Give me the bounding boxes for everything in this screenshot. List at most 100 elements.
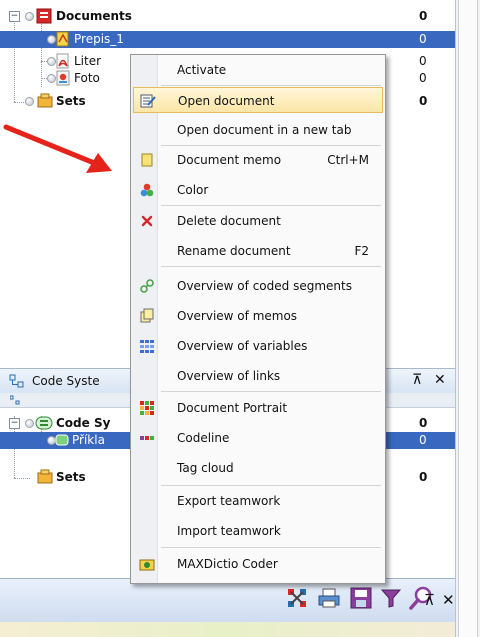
menu-item-label: Overview of coded segments: [177, 279, 352, 293]
menu-item-import-teamwork[interactable]: Import teamwork: [133, 518, 383, 544]
codeline-icon: [140, 436, 154, 440]
menu-item-document-portrait[interactable]: Document Portrait: [133, 395, 383, 421]
menu-item-label: Overview of variables: [177, 339, 308, 353]
panel-divider: [458, 0, 478, 637]
menu-item-label: MAXDictio Coder: [177, 557, 278, 571]
document-browser-toolbar: ⊼ ✕: [0, 578, 455, 623]
menu-item-overview-memos[interactable]: Overview of memos: [133, 303, 383, 329]
collapse-icon[interactable]: −: [9, 11, 20, 22]
code-system-title: Code Syste: [32, 374, 100, 388]
close-icon[interactable]: ✕: [434, 372, 446, 388]
menu-item-label: Open document: [178, 94, 275, 108]
code-system-root-count: 0: [419, 416, 428, 430]
document-item-label: Foto: [74, 71, 100, 85]
document-sets-label: Sets: [56, 94, 86, 108]
maxdictio-icon: [139, 559, 155, 571]
context-menu: Activate Open document Open document in …: [130, 54, 386, 584]
document-browser-content-strip: [0, 622, 455, 637]
menu-item-label: Document Portrait: [177, 401, 288, 415]
memos-overview-icon: [140, 308, 154, 323]
filter-icon[interactable]: [380, 587, 402, 609]
sets-icon: [37, 93, 53, 108]
menu-item-shortcut: Ctrl+M: [327, 153, 369, 167]
menu-item-label: Color: [177, 183, 209, 197]
document-item-count: 0: [419, 71, 427, 85]
open-document-icon: [140, 94, 156, 108]
bullet-icon: [25, 419, 34, 428]
bullet-icon: [25, 97, 34, 106]
menu-item-shortcut: F2: [354, 244, 369, 258]
pdf-document-icon: [56, 53, 69, 69]
save-icon[interactable]: [350, 587, 372, 609]
menu-separator: [161, 547, 381, 548]
code-system-root-label: Code Sy: [56, 416, 111, 430]
menu-separator: [161, 485, 381, 486]
menu-item-overview-coded-segments[interactable]: Overview of coded segments: [133, 273, 383, 299]
menu-item-label: Codeline: [177, 431, 230, 445]
color-icon: [140, 183, 154, 197]
document-item-count: 0: [419, 32, 427, 46]
menu-separator: [161, 391, 381, 392]
documents-folder-icon: [36, 8, 52, 24]
code-item-label: Příkla: [72, 433, 105, 447]
document-item-label: Prepis_1: [74, 32, 124, 46]
menu-item-export-teamwork[interactable]: Export teamwork: [133, 488, 383, 514]
red-arrow-annotation: [3, 124, 112, 173]
sets-icon: [37, 469, 53, 484]
code-segments-toolbar-icon[interactable]: [286, 587, 308, 609]
menu-item-rename-document[interactable]: Rename document F2: [133, 238, 383, 264]
document-item-count: 0: [419, 54, 427, 68]
menu-item-label: Overview of links: [177, 369, 281, 383]
documents-root-label: Documents: [56, 9, 132, 23]
documents-root-row[interactable]: − Documents 0: [0, 8, 455, 25]
close-icon[interactable]: ✕: [442, 591, 455, 609]
menu-item-color[interactable]: Color: [133, 177, 383, 203]
coded-segments-icon: [140, 279, 154, 293]
document-portrait-icon: [140, 401, 154, 415]
menu-item-label: Open document in a new tab: [177, 123, 352, 137]
maximize-icon[interactable]: ⊼: [424, 591, 435, 609]
menu-item-label: Activate: [177, 63, 227, 77]
menu-item-overview-variables[interactable]: Overview of variables: [133, 333, 383, 359]
memo-icon: [141, 153, 153, 167]
right-side-panel: [455, 0, 480, 637]
delete-x-icon: [141, 215, 153, 227]
menu-item-maxdictio-coder[interactable]: MAXDictio Coder: [133, 551, 383, 577]
code-sets-label: Sets: [56, 470, 86, 484]
collapse-icon[interactable]: −: [9, 418, 20, 429]
menu-item-open-document[interactable]: Open document: [133, 87, 383, 113]
menu-item-label: Tag cloud: [177, 461, 234, 475]
menu-separator: [161, 85, 381, 86]
menu-item-tag-cloud[interactable]: Tag cloud: [133, 455, 383, 481]
menu-item-label: Overview of memos: [177, 309, 298, 323]
code-tag-icon: [35, 416, 53, 430]
document-sets-count: 0: [419, 94, 428, 108]
tree-toggle-icon[interactable]: [10, 395, 20, 405]
menu-item-delete-document[interactable]: Delete document: [133, 208, 383, 234]
document-item-row[interactable]: Prepis_1 0: [0, 31, 455, 48]
menu-item-label: Rename document: [177, 244, 291, 258]
menu-item-label: Delete document: [177, 214, 281, 228]
menu-item-overview-links[interactable]: Overview of links: [133, 363, 383, 389]
documents-root-count: 0: [419, 9, 428, 23]
image-document-icon: [56, 70, 70, 86]
menu-item-label: Document memo: [177, 153, 282, 167]
menu-separator: [161, 145, 381, 146]
document-item-label: Liter: [74, 54, 102, 68]
code-sets-count: 0: [419, 470, 428, 484]
menu-item-label: Import teamwork: [177, 524, 281, 538]
menu-separator: [161, 205, 381, 206]
variables-grid-icon: [140, 340, 154, 353]
code-system-icon: [9, 374, 24, 388]
menu-item-document-memo[interactable]: Document memo Ctrl+M: [133, 147, 383, 173]
document-text-icon: [56, 31, 69, 47]
menu-item-label: Export teamwork: [177, 494, 281, 508]
code-item-count: 0: [419, 433, 427, 447]
print-icon[interactable]: [318, 587, 340, 609]
menu-item-codeline[interactable]: Codeline: [133, 425, 383, 451]
menu-item-open-document-new-tab[interactable]: Open document in a new tab: [133, 117, 383, 143]
menu-separator: [161, 266, 381, 267]
maximize-icon[interactable]: ⊼: [412, 372, 422, 388]
code-icon: [55, 434, 69, 446]
menu-item-activate[interactable]: Activate: [133, 57, 383, 83]
